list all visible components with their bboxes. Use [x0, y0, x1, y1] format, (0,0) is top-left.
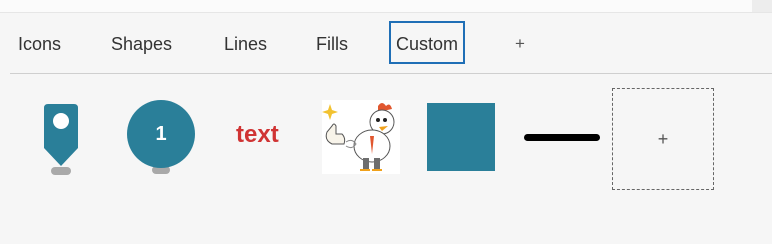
square-fill-swatch[interactable]	[427, 103, 495, 171]
tab-shapes[interactable]: Shapes	[111, 34, 172, 55]
add-icon: +	[657, 128, 669, 149]
chicken-cartoon-image[interactable]	[322, 100, 400, 174]
tab-divider	[10, 73, 772, 74]
tab-fills[interactable]: Fills	[316, 34, 348, 55]
window-top-edge	[752, 0, 772, 12]
numbered-circle-marker[interactable]: 1	[125, 98, 197, 178]
line-item[interactable]	[524, 134, 600, 141]
tab-custom[interactable]: Custom	[389, 21, 466, 64]
tab-icons[interactable]: Icons	[18, 34, 61, 55]
add-custom-item-button[interactable]: +	[612, 88, 714, 190]
text-item[interactable]: text	[236, 123, 279, 147]
tab-lines[interactable]: Lines	[224, 34, 267, 55]
add-tab-button[interactable]: +	[515, 34, 525, 54]
marker-number: 1	[155, 123, 167, 145]
tab-bar: Icons Shapes Lines Fills Custom +	[0, 12, 772, 74]
map-marker-icon[interactable]	[40, 100, 84, 178]
